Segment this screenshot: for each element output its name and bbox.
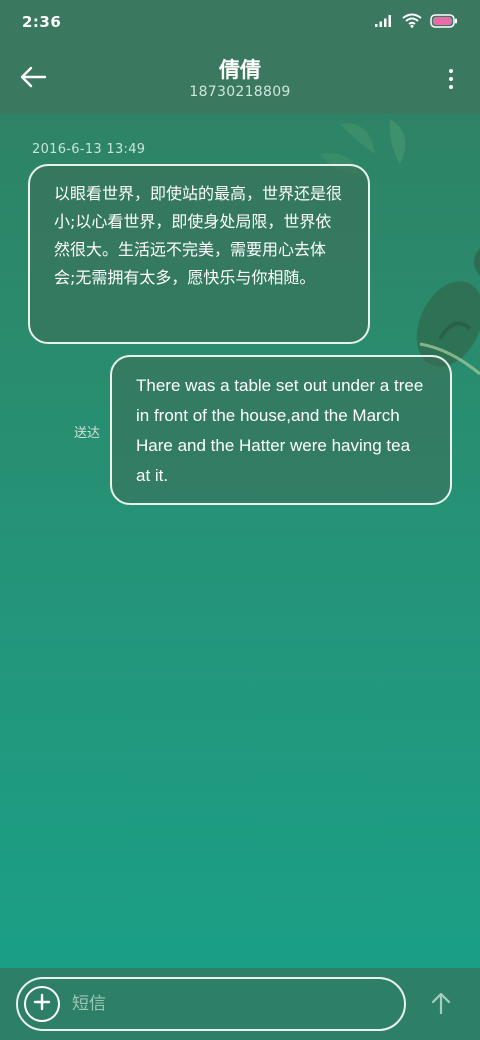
back-button[interactable] xyxy=(16,62,50,96)
incoming-message-text: 以眼看世界，即使站的最高，世界还是很小;以心看世界，即使身处局限，世界依然很大。… xyxy=(54,184,343,287)
message-timestamp: 2016-6-13 13:49 xyxy=(32,142,146,157)
battery-icon xyxy=(430,13,458,32)
incoming-message-bubble[interactable]: 以眼看世界，即使站的最高，世界还是很小;以心看世界，即使身处局限，世界依然很大。… xyxy=(28,164,370,344)
message-composer xyxy=(16,977,406,1031)
arrow-up-icon xyxy=(430,991,452,1019)
send-button[interactable] xyxy=(424,988,458,1022)
delivery-status: 送达 xyxy=(74,426,101,441)
status-bar: 2:36 xyxy=(0,0,480,44)
signal-icon xyxy=(374,13,394,32)
status-time: 2:36 xyxy=(22,13,62,31)
plus-icon xyxy=(33,993,51,1015)
more-vertical-icon xyxy=(449,69,453,89)
outgoing-message-bubble[interactable]: There was a table set out under a tree i… xyxy=(110,355,452,505)
message-input[interactable] xyxy=(72,986,404,1022)
wifi-icon xyxy=(402,13,422,32)
outgoing-message-text: There was a table set out under a tree i… xyxy=(136,376,424,485)
contact-name: 倩倩 xyxy=(219,58,261,82)
add-attachment-button[interactable] xyxy=(24,986,60,1022)
conversation-header: 倩倩 18730218809 xyxy=(0,44,480,114)
contact-info[interactable]: 倩倩 18730218809 xyxy=(189,57,290,101)
more-options-button[interactable] xyxy=(444,64,458,94)
status-icons xyxy=(374,13,458,32)
contact-number: 18730218809 xyxy=(189,84,291,100)
arrow-left-icon xyxy=(19,66,47,92)
